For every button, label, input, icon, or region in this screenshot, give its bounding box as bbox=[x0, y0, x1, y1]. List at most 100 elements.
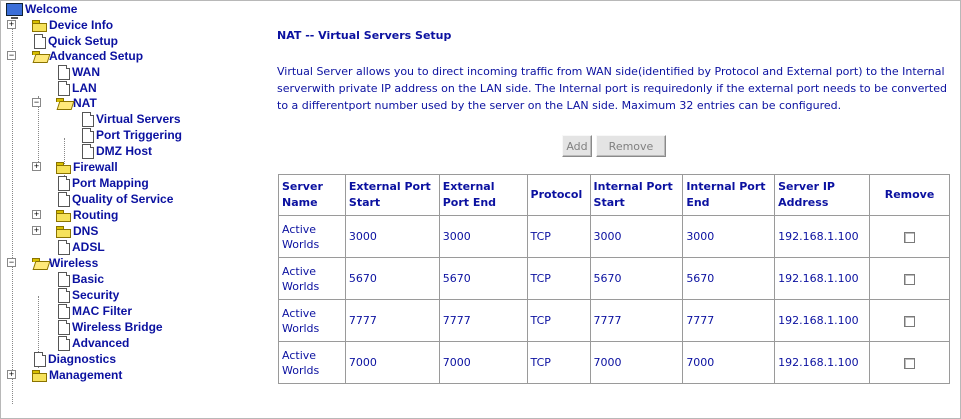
nav-item-basic[interactable]: Basic bbox=[56, 271, 104, 287]
page-icon bbox=[34, 351, 46, 367]
cell-external-port-end: 3000 bbox=[438, 215, 528, 258]
nav-item-routing[interactable]: + Routing bbox=[32, 207, 118, 223]
nav-label[interactable]: Wireless Bridge bbox=[72, 319, 163, 335]
nav-item-diagnostics[interactable]: Diagnostics bbox=[32, 351, 116, 367]
nav-item-dns[interactable]: + DNS bbox=[32, 223, 98, 239]
cell-external-port-end: 5670 bbox=[438, 257, 528, 300]
nav-label[interactable]: Quick Setup bbox=[48, 33, 118, 49]
cell-internal-port-start: 7000 bbox=[589, 341, 684, 384]
cell-internal-port-end: 7000 bbox=[682, 341, 776, 384]
col-header-internal-port-end: Internal Port End bbox=[682, 174, 776, 216]
nav-item-port-mapping[interactable]: Port Mapping bbox=[56, 175, 149, 191]
nav-item-quick-setup[interactable]: Quick Setup bbox=[32, 33, 118, 49]
remove-checkbox[interactable] bbox=[904, 357, 916, 369]
folder-icon bbox=[56, 226, 71, 238]
nav-label[interactable]: DMZ Host bbox=[96, 143, 152, 159]
nav-item-advanced[interactable]: Advanced bbox=[56, 335, 129, 351]
cell-server-name: Active Worlds bbox=[278, 215, 346, 258]
nav-item-management[interactable]: + Management bbox=[7, 367, 122, 383]
nav-item-dmz-host[interactable]: DMZ Host bbox=[80, 143, 152, 159]
remove-checkbox[interactable] bbox=[904, 315, 916, 327]
nav-label[interactable]: Welcome bbox=[25, 1, 77, 17]
nav-label[interactable]: Firewall bbox=[73, 159, 118, 175]
nav-item-adsl[interactable]: ADSL bbox=[56, 239, 105, 255]
nav-label[interactable]: Diagnostics bbox=[48, 351, 116, 367]
nav-item-security[interactable]: Security bbox=[56, 287, 119, 303]
cell-remove bbox=[869, 215, 950, 258]
page-icon bbox=[82, 111, 94, 127]
nav-label[interactable]: Port Triggering bbox=[96, 127, 182, 143]
cell-external-port-start: 5670 bbox=[344, 257, 440, 300]
remove-checkbox[interactable] bbox=[904, 231, 916, 243]
page-icon bbox=[34, 33, 46, 49]
cell-internal-port-start: 7777 bbox=[589, 299, 684, 342]
virtual-servers-table: Server Name External Port Start External… bbox=[278, 174, 950, 384]
col-header-external-port-end: External Port End bbox=[438, 174, 528, 216]
nav-label[interactable]: Device Info bbox=[49, 17, 113, 33]
cell-protocol: TCP bbox=[526, 299, 591, 342]
nav-item-advanced-setup[interactable]: − Advanced Setup bbox=[7, 48, 143, 64]
expand-icon[interactable]: + bbox=[32, 162, 41, 171]
cell-server-ip: 192.168.1.100 bbox=[774, 299, 871, 342]
nav-label[interactable]: Wireless bbox=[49, 255, 98, 271]
col-header-server-name: Server Name bbox=[278, 174, 346, 216]
nav-label[interactable]: Basic bbox=[72, 271, 104, 287]
remove-checkbox[interactable] bbox=[904, 273, 916, 285]
add-button[interactable]: Add bbox=[562, 135, 592, 157]
folder-icon bbox=[32, 20, 47, 32]
cell-remove bbox=[869, 341, 950, 384]
nav-label[interactable]: NAT bbox=[73, 95, 97, 111]
nav-label[interactable]: ADSL bbox=[72, 239, 105, 255]
nav-item-port-triggering[interactable]: Port Triggering bbox=[80, 127, 182, 143]
table-row: Active Worlds 5670 5670 TCP 5670 5670 19… bbox=[278, 257, 950, 300]
collapse-icon[interactable]: − bbox=[32, 98, 41, 107]
cell-external-port-end: 7000 bbox=[438, 341, 528, 384]
nav-label[interactable]: WAN bbox=[72, 64, 100, 80]
open-folder-icon bbox=[32, 51, 47, 62]
page-icon bbox=[58, 271, 70, 287]
nav-item-device-info[interactable]: + Device Info bbox=[7, 17, 113, 33]
nav-item-mac-filter[interactable]: MAC Filter bbox=[56, 303, 132, 319]
nav-label[interactable]: Quality of Service bbox=[72, 191, 173, 207]
cell-protocol: TCP bbox=[526, 215, 591, 258]
expand-icon[interactable]: + bbox=[32, 210, 41, 219]
nav-label[interactable]: Security bbox=[72, 287, 119, 303]
monitor-icon bbox=[6, 2, 23, 19]
nav-item-wireless-bridge[interactable]: Wireless Bridge bbox=[56, 319, 163, 335]
nav-label[interactable]: Routing bbox=[73, 207, 118, 223]
cell-server-ip: 192.168.1.100 bbox=[774, 341, 871, 384]
cell-protocol: TCP bbox=[526, 341, 591, 384]
nav-item-virtual-servers[interactable]: Virtual Servers bbox=[80, 111, 181, 127]
cell-server-ip: 192.168.1.100 bbox=[774, 215, 871, 258]
cell-internal-port-start: 3000 bbox=[589, 215, 684, 258]
expand-icon[interactable]: + bbox=[7, 20, 16, 29]
nav-label[interactable]: Advanced Setup bbox=[49, 48, 143, 64]
nav-label[interactable]: Advanced bbox=[72, 335, 129, 351]
nav-item-wan[interactable]: WAN bbox=[56, 64, 100, 80]
nav-label[interactable]: Virtual Servers bbox=[96, 111, 181, 127]
nav-item-quality-of-service[interactable]: Quality of Service bbox=[56, 191, 173, 207]
nav-item-lan[interactable]: LAN bbox=[56, 80, 97, 96]
collapse-icon[interactable]: − bbox=[7, 51, 16, 60]
expand-icon[interactable]: + bbox=[7, 370, 16, 379]
page-icon bbox=[58, 80, 70, 96]
nav-item-welcome[interactable]: Welcome bbox=[6, 1, 77, 19]
nav-item-firewall[interactable]: + Firewall bbox=[32, 159, 118, 175]
folder-icon bbox=[56, 162, 71, 174]
nav-label[interactable]: LAN bbox=[72, 80, 97, 96]
page-description: Virtual Server allows you to direct inco… bbox=[277, 65, 947, 112]
table-header-row: Server Name External Port Start External… bbox=[278, 174, 950, 216]
collapse-icon[interactable]: − bbox=[7, 258, 16, 267]
nav-label[interactable]: MAC Filter bbox=[72, 303, 132, 319]
nav-item-nat[interactable]: − NAT bbox=[32, 95, 97, 111]
page-icon bbox=[58, 303, 70, 319]
page-icon bbox=[58, 287, 70, 303]
nav-label[interactable]: DNS bbox=[73, 223, 98, 239]
expand-icon[interactable]: + bbox=[32, 226, 41, 235]
nav-label[interactable]: Management bbox=[49, 367, 122, 383]
nav-label[interactable]: Port Mapping bbox=[72, 175, 149, 191]
remove-button[interactable]: Remove bbox=[596, 135, 666, 157]
nav-item-wireless[interactable]: − Wireless bbox=[7, 255, 98, 271]
col-header-protocol: Protocol bbox=[526, 174, 591, 216]
folder-icon bbox=[56, 210, 71, 222]
